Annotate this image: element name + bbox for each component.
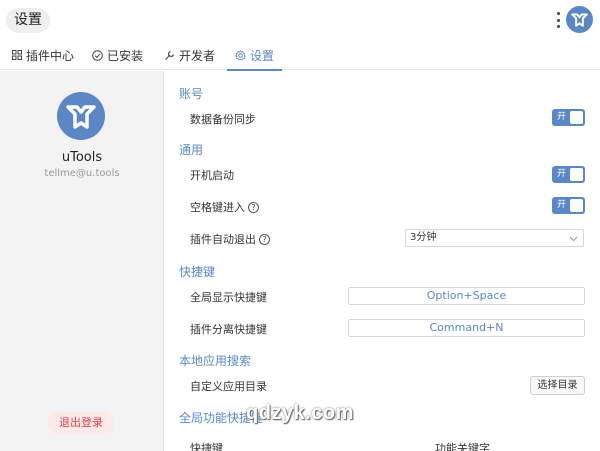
title-bar: 设置 <box>0 0 600 40</box>
toggle-label: 开 <box>557 200 567 210</box>
autostart-label: 开机启动 <box>190 169 234 182</box>
tab-label: 已安装 <box>107 48 144 63</box>
toggle-knob <box>570 168 583 181</box>
wrench-icon <box>164 50 175 61</box>
section-shortcuts: 快捷键 <box>179 265 216 279</box>
watermark: qdzyk.com <box>246 402 354 424</box>
logout-button[interactable]: 退出登录 <box>48 412 114 434</box>
column-keyword: 功能关键字 <box>435 442 490 451</box>
tab-settings[interactable]: 设置 <box>226 40 283 71</box>
detach-hotkey-input[interactable]: Command+N <box>348 319 585 337</box>
section-account: 账号 <box>179 87 204 101</box>
tab-plugin-center[interactable]: 插件中心 <box>11 40 74 70</box>
sync-toggle[interactable]: 开 <box>552 109 585 126</box>
toggle-knob <box>570 199 583 212</box>
plugin-exit-value: 3分钟 <box>410 232 437 243</box>
tab-label: 开发者 <box>179 48 216 63</box>
detach-label: 插件分离快捷键 <box>190 323 267 336</box>
custom-dir-label: 自定义应用目录 <box>190 380 267 393</box>
section-general: 通用 <box>179 143 204 157</box>
space-enter-toggle[interactable]: 开 <box>552 197 585 214</box>
account-sidebar: uTools tellme@u.tools 退出登录 <box>0 71 164 451</box>
toggle-label: 开 <box>557 169 567 179</box>
section-local-search: 本地应用搜索 <box>179 354 252 368</box>
help-icon[interactable]: ? <box>259 233 270 245</box>
tab-label: 设置 <box>250 48 275 63</box>
toggle-knob <box>570 111 583 124</box>
sync-label: 数据备份同步 <box>190 113 256 126</box>
global-show-hotkey-input[interactable]: Option+Space <box>348 287 585 305</box>
more-menu-icon[interactable] <box>553 10 563 30</box>
tab-label: 插件中心 <box>26 48 75 63</box>
column-hotkey: 快捷键 <box>190 442 223 451</box>
window-title: 设置 <box>6 8 50 33</box>
check-circle-icon <box>92 49 103 61</box>
app-name: uTools <box>61 150 103 165</box>
grid-icon <box>11 50 22 61</box>
tab-installed[interactable]: 已安装 <box>92 40 143 70</box>
space-enter-label: 空格键进入 <box>190 201 245 214</box>
global-show-label: 全局显示快捷键 <box>190 291 267 304</box>
plugin-exit-label: 插件自动退出 <box>190 233 256 246</box>
help-icon[interactable]: ? <box>248 201 259 213</box>
tab-bar: 插件中心 已安装 开发者 设置 <box>0 40 600 71</box>
autostart-toggle[interactable]: 开 <box>552 166 585 183</box>
toggle-label: 开 <box>557 112 567 122</box>
settings-panel: 账号 数据备份同步 开 通用 开机启动 开 空格键进入 ? 开 插件自动退出 ?… <box>165 71 600 451</box>
plugin-exit-select[interactable]: 3分钟 <box>405 229 584 247</box>
tab-developer[interactable]: 开发者 <box>164 40 215 70</box>
plugin-exit-row: 插件自动退出 ? <box>190 231 270 247</box>
choose-directory-button[interactable]: 选择目录 <box>530 376 585 395</box>
space-enter-row: 空格键进入 ? <box>190 199 259 215</box>
chevron-down-icon <box>569 236 578 242</box>
avatar <box>57 92 105 140</box>
gear-icon <box>235 49 246 61</box>
account-email: tellme@u.tools <box>44 168 120 179</box>
utools-logo-icon[interactable] <box>566 6 593 33</box>
